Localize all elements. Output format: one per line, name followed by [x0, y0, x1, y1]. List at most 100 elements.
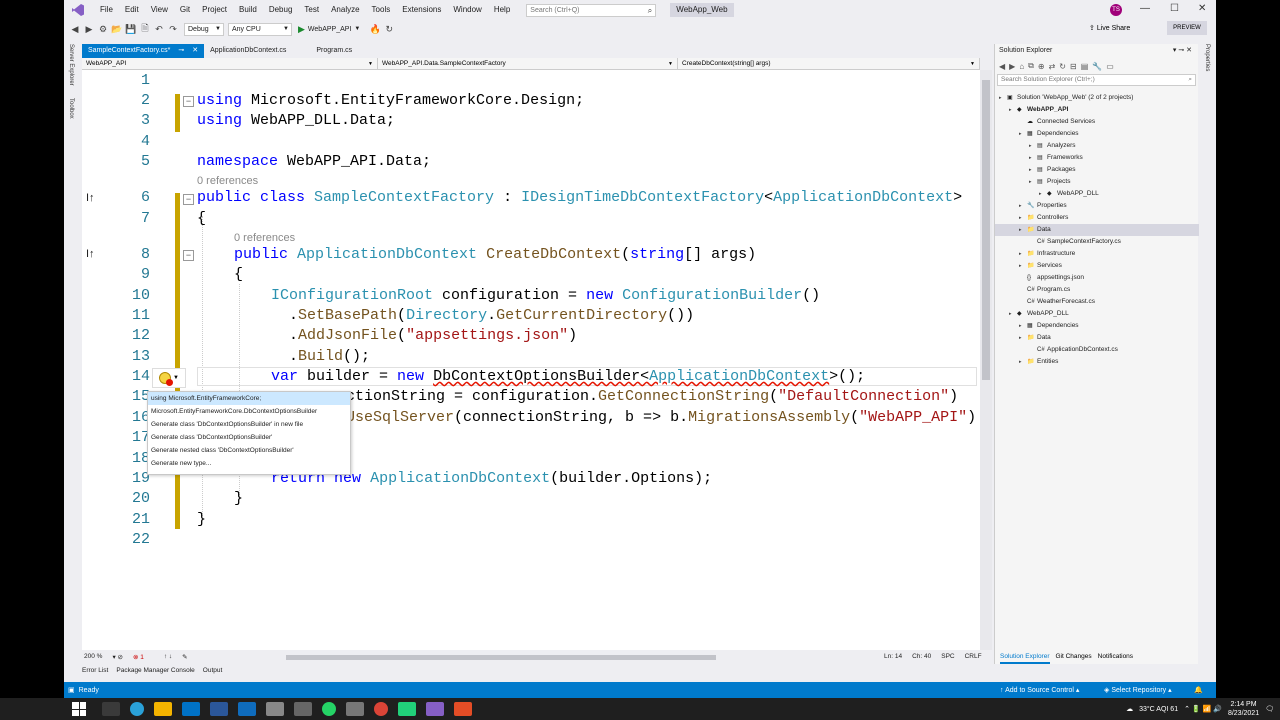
- expand-icon[interactable]: ▸: [1029, 164, 1037, 176]
- back-icon[interactable]: ◀: [999, 62, 1005, 71]
- task-view-icon[interactable]: [102, 702, 120, 716]
- error-count[interactable]: ⊗ 1: [133, 653, 154, 661]
- error-token[interactable]: DbContextOptionsBuilder: [433, 368, 640, 385]
- weather-text[interactable]: 33°C AQI 61: [1139, 706, 1178, 713]
- rider-icon[interactable]: [398, 702, 416, 716]
- refresh-icon[interactable]: ↻: [382, 22, 396, 36]
- line-ending[interactable]: CRLF: [965, 653, 982, 660]
- expand-icon[interactable]: ▸: [1039, 188, 1047, 200]
- menu-tools[interactable]: Tools: [366, 0, 397, 20]
- close-icon[interactable]: ✕: [1198, 3, 1206, 14]
- pin-icon[interactable]: ⊸: [178, 44, 184, 58]
- tree-item[interactable]: ▸ 📁 Infrastructure: [995, 248, 1199, 260]
- properties-icon[interactable]: 🔧: [1092, 62, 1102, 71]
- forward-icon[interactable]: ▶: [1009, 62, 1015, 71]
- collapse-all-icon[interactable]: ⊟: [1070, 62, 1077, 71]
- tab-notifications[interactable]: Notifications: [1098, 650, 1133, 664]
- save-icon[interactable]: 💾: [124, 22, 138, 36]
- cleanup-icon[interactable]: ✎: [182, 653, 187, 661]
- menu-project[interactable]: Project: [196, 0, 233, 20]
- member-dropdown[interactable]: CreateDbContext(string[] args) ▼: [678, 58, 980, 69]
- tree-item[interactable]: C# SampleContextFactory.cs: [995, 236, 1199, 248]
- tree-item[interactable]: ▸ ▤ Projects: [995, 176, 1199, 188]
- tree-item[interactable]: ▸ ▦ Dependencies: [995, 128, 1199, 140]
- quick-action-item[interactable]: Generate new type...: [148, 457, 350, 470]
- quick-actions-button[interactable]: ▼: [152, 368, 186, 388]
- tree-item[interactable]: ▸ 📁 Controllers: [995, 212, 1199, 224]
- back-icon[interactable]: ◀: [68, 22, 82, 36]
- app-icon[interactable]: [454, 702, 472, 716]
- expand-icon[interactable]: ▸: [1029, 176, 1037, 188]
- expand-icon[interactable]: ▸: [1019, 320, 1027, 332]
- tree-item[interactable]: ▸ 📁 Services: [995, 260, 1199, 272]
- tab-git-changes[interactable]: Git Changes: [1056, 650, 1092, 664]
- tree-item[interactable]: ▸ 📁 Entities: [995, 356, 1199, 368]
- tab-package-manager-console[interactable]: Package Manager Console: [116, 667, 194, 674]
- codelens-references[interactable]: 0 references: [234, 232, 295, 244]
- menu-build[interactable]: Build: [233, 0, 263, 20]
- menu-git[interactable]: Git: [174, 0, 196, 20]
- menu-analyze[interactable]: Analyze: [325, 0, 365, 20]
- add-to-source-control[interactable]: ↑ Add to Source Control ▴: [1000, 686, 1079, 694]
- menu-test[interactable]: Test: [298, 0, 325, 20]
- preview-badge[interactable]: PREVIEW: [1167, 21, 1207, 35]
- tree-item[interactable]: ▸ ▣ Solution 'WebApp_Web' (2 of 2 projects…: [995, 92, 1199, 104]
- solution-search[interactable]: Search Solution Explorer (Ctrl+;) ⌕: [997, 74, 1196, 86]
- type-dropdown[interactable]: WebAPP_API.Data.SampleContextFactory ▼: [378, 58, 678, 69]
- maximize-icon[interactable]: ☐: [1170, 3, 1179, 14]
- settings-icon[interactable]: [266, 702, 284, 716]
- expand-icon[interactable]: ▸: [1019, 224, 1027, 236]
- file-explorer-icon[interactable]: [154, 702, 172, 716]
- zoom-level[interactable]: 200 %: [84, 653, 102, 660]
- home-icon[interactable]: ⌂: [1019, 62, 1024, 71]
- preview-icon[interactable]: ▭: [1106, 62, 1114, 71]
- menu-window[interactable]: Window: [447, 0, 487, 20]
- tree-item[interactable]: ▸ 📁 Data: [995, 332, 1199, 344]
- edge-icon[interactable]: [130, 702, 144, 716]
- menu-extensions[interactable]: Extensions: [396, 0, 447, 20]
- quick-action-item[interactable]: Generate class 'DbContextOptionsBuilder': [148, 431, 350, 444]
- expand-icon[interactable]: ▸: [1009, 104, 1017, 116]
- tree-item[interactable]: ▸ ▤ Analyzers: [995, 140, 1199, 152]
- tab-output[interactable]: Output: [203, 667, 223, 674]
- expand-icon[interactable]: ▸: [1019, 332, 1027, 344]
- menu-edit[interactable]: Edit: [119, 0, 145, 20]
- visual-studio-icon[interactable]: [426, 702, 444, 716]
- outlook-icon[interactable]: [238, 702, 256, 716]
- tab-error-list[interactable]: Error List: [82, 667, 108, 674]
- refresh-icon[interactable]: ↻: [1059, 62, 1066, 71]
- expand-icon[interactable]: ▸: [1019, 200, 1027, 212]
- quick-action-item[interactable]: Generate class 'DbContextOptionsBuilder'…: [148, 418, 350, 431]
- editor-vertical-scrollbar[interactable]: [980, 70, 992, 650]
- tab-samplecontextfactory[interactable]: SampleContextFactory.cs* ⊸ ✕: [82, 44, 205, 58]
- search-box[interactable]: Search (Ctrl+Q) ⌕: [526, 3, 657, 17]
- switch-views-icon[interactable]: ⧉: [1028, 61, 1034, 71]
- code-editor[interactable]: − − − I↑ I↑ 0 references 0 references 12…: [82, 70, 980, 650]
- windows-start-icon[interactable]: [72, 702, 86, 716]
- show-all-files-icon[interactable]: ▤: [1081, 62, 1089, 71]
- tree-item[interactable]: ▸ ◆ WebAPP_DLL: [995, 308, 1199, 320]
- open-icon[interactable]: 📂: [110, 22, 124, 36]
- tab-solution-explorer[interactable]: Solution Explorer: [1000, 650, 1050, 664]
- properties-tab[interactable]: Properties: [1204, 44, 1210, 71]
- camera-icon[interactable]: [346, 702, 364, 716]
- hot-reload-icon[interactable]: 🔥: [368, 22, 382, 36]
- tree-item[interactable]: {} appsettings.json: [995, 272, 1199, 284]
- expand-icon[interactable]: ▸: [1019, 356, 1027, 368]
- tree-item[interactable]: ▸ ▦ Dependencies: [995, 320, 1199, 332]
- menu-file[interactable]: File: [94, 0, 119, 20]
- select-repository[interactable]: ◈ Select Repository ▴: [1104, 686, 1172, 694]
- tree-item[interactable]: ▸ 📁 Data: [995, 224, 1199, 236]
- project-dropdown[interactable]: WebAPP_API ▼: [82, 58, 378, 69]
- live-share-button[interactable]: ⇪ Live Share: [1089, 24, 1130, 32]
- sync-icon[interactable]: ⇄: [1049, 62, 1056, 71]
- panel-controls[interactable]: ▾ ⊸ ✕: [1173, 44, 1192, 58]
- editor-horizontal-scrollbar[interactable]: [286, 655, 716, 660]
- nav-arrows[interactable]: ↑ ↓: [164, 653, 172, 660]
- tree-item[interactable]: ☁ Connected Services: [995, 116, 1199, 128]
- tree-item[interactable]: ▸ ◆ WebAPP_API: [995, 104, 1199, 116]
- user-avatar[interactable]: TS: [1110, 4, 1122, 16]
- tree-item[interactable]: ▸ ▤ Packages: [995, 164, 1199, 176]
- run-button[interactable]: ▶ WebAPP_API ▼: [298, 24, 360, 35]
- quick-action-item[interactable]: Generate nested class 'DbContextOptionsB…: [148, 444, 350, 457]
